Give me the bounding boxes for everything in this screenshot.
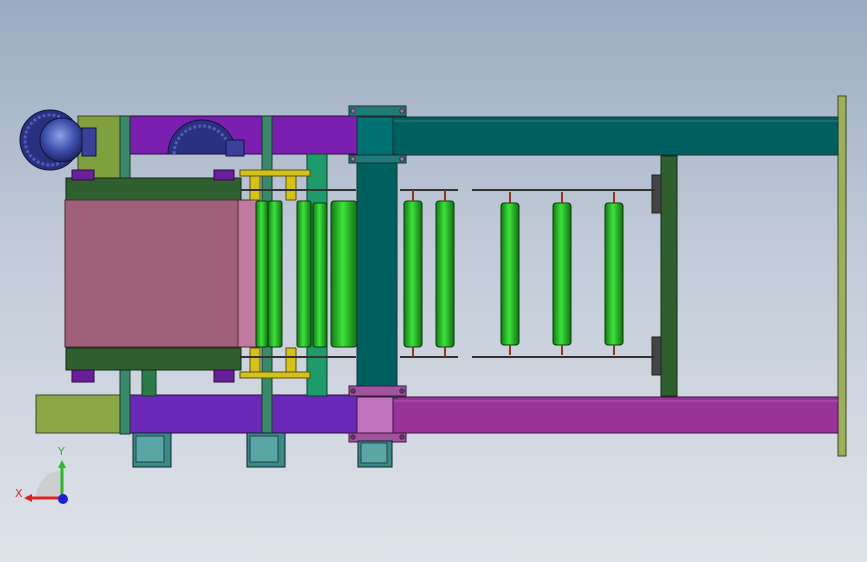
top-green-bracket [65,177,242,201]
bottom-green-bracket [65,347,242,371]
pink-hopper-panel [64,199,243,348]
bottom-purple-rail [124,394,358,434]
right-end-post [837,95,847,457]
bottom-magenta-rail [391,396,839,434]
rollers-right [500,202,624,346]
bottom-left-olive-block [35,394,126,434]
machine-drawing: X Y [15,95,847,504]
cad-viewport[interactable]: X Y [0,0,867,562]
center-teal-column [356,153,398,399]
rollers-left [255,200,455,348]
roller-end-bracket [660,155,678,397]
coordinate-triad: X Y [15,445,68,504]
top-teal-beam [391,116,839,156]
triad-x-label: X [15,487,23,500]
top-junction-plate [348,105,407,117]
triad-y-label: Y [57,445,65,458]
